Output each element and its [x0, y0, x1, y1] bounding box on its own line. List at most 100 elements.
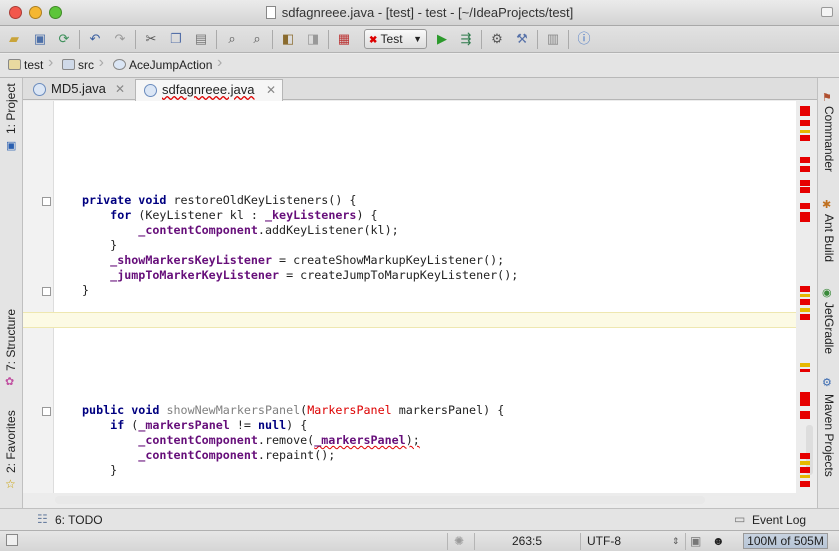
- project-tool-tab[interactable]: 1: Project: [4, 83, 18, 134]
- tool-windows-toggle-icon[interactable]: [6, 534, 18, 546]
- caret-position[interactable]: 263:5: [512, 534, 542, 549]
- build-icon[interactable]: ▦: [334, 29, 354, 49]
- ant-icon: ✱: [822, 199, 832, 211]
- error-marker[interactable]: [800, 203, 810, 209]
- toolbar-separator: [568, 30, 569, 49]
- bottom-tool-strip: ☷ 6: TODO ▭ Event Log: [0, 508, 839, 530]
- breadcrumb-item-project[interactable]: test ›: [6, 54, 53, 74]
- status-bar: ✺ 263:5 UTF-8 ⇕ ▣ ☻ 100M of 505M: [0, 530, 839, 551]
- error-marker[interactable]: [800, 157, 810, 163]
- favorites-tool-tab[interactable]: 2: Favorites: [4, 410, 18, 473]
- warning-marker[interactable]: [800, 308, 810, 312]
- error-marker[interactable]: [800, 481, 810, 487]
- encoding-dropdown-icon[interactable]: ⇕: [672, 534, 680, 549]
- error-marker[interactable]: [800, 286, 810, 292]
- code-line: private void restoreOldKeyListeners() {: [82, 193, 357, 207]
- fold-marker-icon[interactable]: [42, 287, 51, 296]
- fold-marker-icon[interactable]: [42, 407, 51, 416]
- error-marker[interactable]: [800, 369, 810, 372]
- tasks-icon[interactable]: ▥: [543, 29, 563, 49]
- window-title: sdfagnreee.java - [test] - test - [~/Ide…: [0, 5, 839, 20]
- event-log-tool-tab[interactable]: Event Log: [752, 513, 806, 527]
- find-icon[interactable]: ⌕: [222, 29, 242, 49]
- warning-marker[interactable]: [800, 294, 810, 297]
- breadcrumb: test › src › AceJumpAction ›: [0, 54, 839, 78]
- tab-md5-java[interactable]: MD5.java ✕: [25, 79, 131, 101]
- back-icon[interactable]: ◧: [278, 29, 298, 49]
- warning-marker[interactable]: [800, 130, 810, 133]
- paste-icon[interactable]: ▤: [191, 29, 211, 49]
- warning-marker[interactable]: [800, 363, 810, 367]
- toolbar-separator: [216, 30, 217, 49]
- code-line: _contentComponent.remove(_markersPanel);: [138, 433, 420, 447]
- error-marker[interactable]: [800, 392, 810, 406]
- breadcrumb-item-src[interactable]: src ›: [60, 54, 104, 74]
- fold-marker-icon[interactable]: [42, 197, 51, 206]
- error-stripe: [800, 101, 811, 493]
- document-icon: [265, 6, 276, 19]
- error-marker[interactable]: [800, 187, 810, 193]
- project-structure-icon[interactable]: ⚒: [512, 29, 532, 49]
- error-marker[interactable]: [800, 120, 810, 126]
- save-icon[interactable]: ▣: [30, 29, 50, 49]
- error-marker[interactable]: [800, 180, 810, 186]
- close-tab-icon[interactable]: ✕: [115, 79, 125, 99]
- close-tab-icon[interactable]: ✕: [266, 80, 276, 100]
- undo-icon[interactable]: ↶: [85, 29, 105, 49]
- structure-tool-icon: ✿: [5, 376, 15, 388]
- error-marker[interactable]: [800, 299, 810, 305]
- gradle-icon: ◉: [822, 287, 832, 299]
- ant-build-tool-tab[interactable]: Ant Build: [822, 214, 836, 262]
- horizontal-scrollbar[interactable]: [55, 496, 705, 504]
- lock-icon[interactable]: ▣: [690, 534, 701, 549]
- error-marker[interactable]: [800, 467, 810, 473]
- commander-icon: ⚑: [822, 92, 832, 104]
- warning-marker[interactable]: [800, 475, 810, 478]
- code-line: }: [110, 238, 118, 252]
- error-marker[interactable]: [800, 411, 810, 419]
- commander-tool-tab[interactable]: Commander: [822, 106, 836, 172]
- redo-icon[interactable]: ↷: [110, 29, 130, 49]
- error-marker[interactable]: [800, 453, 810, 459]
- warning-marker[interactable]: [800, 461, 810, 465]
- window-title-text: sdfagnreee.java - [test] - test - [~/Ide…: [281, 5, 574, 20]
- error-marker[interactable]: [800, 135, 810, 141]
- settings-icon[interactable]: ⚙: [487, 29, 507, 49]
- toolbar-separator: [537, 30, 538, 49]
- error-mark-icon: ✖: [369, 35, 378, 46]
- file-encoding[interactable]: UTF-8: [587, 534, 621, 549]
- todo-icon: ☷: [37, 512, 48, 526]
- project-tool-icon: ▣: [6, 140, 17, 152]
- error-marker[interactable]: [800, 212, 810, 222]
- copy-icon[interactable]: ❐: [166, 29, 186, 49]
- code-line: _jumpToMarkerKeyListener = createJumpToM…: [110, 268, 519, 282]
- toolbar-separator: [272, 30, 273, 49]
- run-icon[interactable]: ▶: [432, 29, 452, 49]
- cut-icon[interactable]: ✂: [141, 29, 161, 49]
- forward-icon[interactable]: ◨: [303, 29, 323, 49]
- java-class-icon: [33, 83, 46, 96]
- help-icon[interactable]: ⓘ: [574, 29, 594, 49]
- tab-sdfagnreee-java[interactable]: sdfagnreee.java ✕: [135, 79, 283, 101]
- ide-window: sdfagnreee.java - [test] - test - [~/Ide…: [0, 0, 839, 551]
- toolbar-toggle-button[interactable]: [821, 7, 833, 17]
- error-marker[interactable]: [800, 106, 810, 116]
- inspector-icon[interactable]: ☻: [712, 534, 725, 549]
- code-line: for (KeyListener kl : _keyListeners) {: [110, 208, 378, 222]
- structure-tool-tab[interactable]: 7: Structure: [4, 309, 18, 371]
- memory-indicator[interactable]: 100M of 505M: [743, 533, 828, 549]
- maven-tool-tab[interactable]: Maven Projects: [822, 394, 836, 477]
- open-folder-icon[interactable]: ▰: [4, 29, 24, 49]
- sync-icon[interactable]: ⟳: [54, 29, 74, 49]
- replace-icon[interactable]: ⌕: [247, 29, 267, 49]
- run-configuration-select[interactable]: ✖ Test ▼: [364, 29, 427, 49]
- right-tool-strip: ⚑ Commander ✱ Ant Build ◉ JetGradle ⚙ Ma…: [817, 78, 839, 508]
- debug-icon[interactable]: ⇶: [456, 29, 476, 49]
- editor-tabs: MD5.java ✕ sdfagnreee.java ✕: [23, 78, 817, 101]
- error-marker[interactable]: [800, 166, 810, 172]
- todo-tool-tab[interactable]: 6: TODO: [55, 513, 103, 527]
- jetgradle-tool-tab[interactable]: JetGradle: [822, 302, 836, 354]
- code-editor[interactable]: private void restoreOldKeyListeners() { …: [23, 101, 796, 493]
- breadcrumb-item-class[interactable]: AceJumpAction ›: [111, 54, 222, 74]
- error-marker[interactable]: [800, 314, 810, 320]
